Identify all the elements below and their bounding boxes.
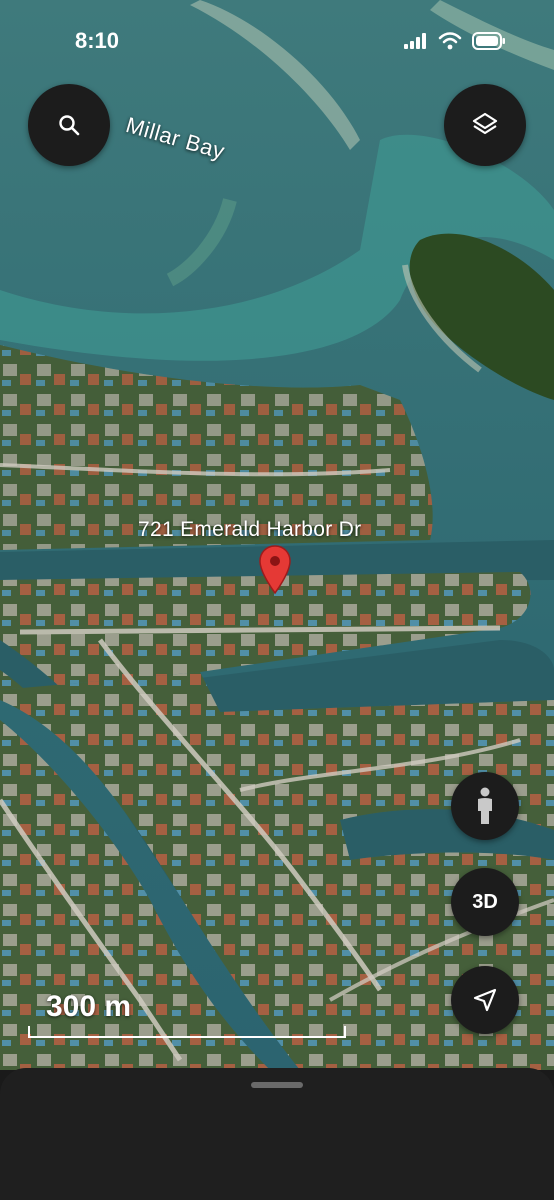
my-location-button[interactable] xyxy=(451,966,519,1034)
wifi-icon xyxy=(438,32,462,50)
navigation-arrow-icon xyxy=(473,988,497,1012)
cellular-signal-icon xyxy=(404,33,426,49)
layers-icon xyxy=(472,112,498,135)
person-icon xyxy=(478,787,492,824)
layers-button[interactable] xyxy=(444,84,526,166)
search-icon xyxy=(59,115,80,136)
scale-bar xyxy=(28,1026,346,1038)
location-pin-icon[interactable] xyxy=(259,545,291,600)
map-scale: 300 m xyxy=(28,990,346,1040)
sheet-drag-handle[interactable] xyxy=(251,1082,303,1088)
battery-icon xyxy=(472,32,505,50)
status-time: 8:10 xyxy=(75,28,120,53)
bottom-sheet[interactable] xyxy=(0,1068,554,1200)
status-icons xyxy=(404,32,506,50)
search-button[interactable] xyxy=(28,84,110,166)
scale-label: 300 m xyxy=(46,990,132,1023)
street-view-button[interactable] xyxy=(451,772,519,840)
3d-toggle-button[interactable]: 3D xyxy=(451,868,519,936)
address-label: 721 Emerald Harbor Dr xyxy=(138,518,362,541)
status-bar: 8:10 xyxy=(0,0,554,80)
